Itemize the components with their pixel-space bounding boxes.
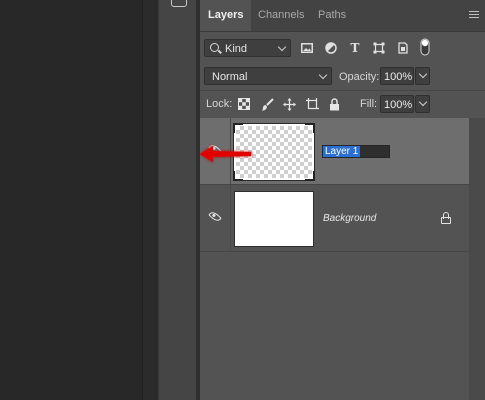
layer-row-background[interactable]: Background	[200, 185, 469, 252]
layer-thumbnail[interactable]	[234, 191, 314, 247]
fill-slider-button[interactable]	[415, 95, 430, 113]
layer-name: Background	[323, 213, 377, 224]
chevron-down-icon	[418, 69, 428, 79]
lock-row: Lock: Fill: 100%	[200, 91, 485, 118]
panel-dock-edge	[142, 0, 159, 400]
lock-transparent-pixels-icon[interactable]	[237, 97, 251, 111]
opacity-slider-button[interactable]	[415, 67, 430, 85]
filter-kind-label: Kind	[225, 43, 248, 55]
layer-filter-row: Kind T	[200, 32, 485, 62]
opacity-input[interactable]: 100%	[380, 67, 414, 85]
filter-kind-dropdown[interactable]: Kind	[204, 39, 291, 57]
blend-mode-dropdown[interactable]: Normal	[204, 67, 332, 85]
panel-tab-bar: Layers Channels Paths	[200, 0, 485, 32]
visibility-toggle[interactable]	[200, 185, 231, 251]
blend-row: Normal Opacity: 100%	[200, 62, 485, 90]
layers-scrollbar[interactable]	[469, 118, 485, 400]
lock-artboard-icon[interactable]	[305, 97, 319, 111]
shape-filter-icon[interactable]	[373, 42, 385, 54]
layer-name-input[interactable]: Layer 1	[322, 145, 390, 158]
tab-paths[interactable]: Paths	[310, 0, 354, 31]
adjustment-filter-icon[interactable]	[325, 42, 337, 54]
collapsed-panel-icon[interactable]	[171, 0, 187, 7]
fill-input[interactable]: 100%	[380, 95, 414, 113]
lock-label: Lock:	[206, 98, 233, 110]
layers-panel: Layers Channels Paths Kind T Normal Opac…	[200, 0, 485, 400]
chevron-down-icon	[418, 97, 428, 107]
tab-layers[interactable]: Layers	[200, 0, 252, 31]
smart-object-filter-icon[interactable]	[397, 42, 409, 54]
layer-name-selected-text: Layer 1	[323, 146, 361, 157]
tab-channels[interactable]: Channels	[250, 0, 312, 31]
type-filter-icon[interactable]: T	[349, 41, 361, 55]
eye-icon	[208, 209, 222, 224]
lock-image-pixels-icon[interactable]	[260, 97, 274, 111]
opacity-label: Opacity:	[339, 71, 380, 83]
search-icon	[210, 43, 219, 52]
chevron-down-icon	[277, 42, 287, 52]
blend-mode-value: Normal	[212, 71, 248, 83]
fill-label: Fill:	[360, 98, 378, 110]
panel-menu-icon[interactable]	[469, 11, 479, 19]
document-canvas-area	[0, 0, 142, 400]
image-filter-icon[interactable]	[301, 42, 313, 54]
red-arrow-annotation	[199, 145, 252, 163]
chevron-down-icon	[318, 70, 328, 80]
filter-toggle-icon[interactable]	[419, 38, 431, 56]
collapsed-panel-strip	[158, 0, 197, 400]
lock-icon[interactable]	[441, 212, 451, 224]
lock-all-icon[interactable]	[327, 97, 341, 111]
lock-position-icon[interactable]	[282, 97, 296, 111]
